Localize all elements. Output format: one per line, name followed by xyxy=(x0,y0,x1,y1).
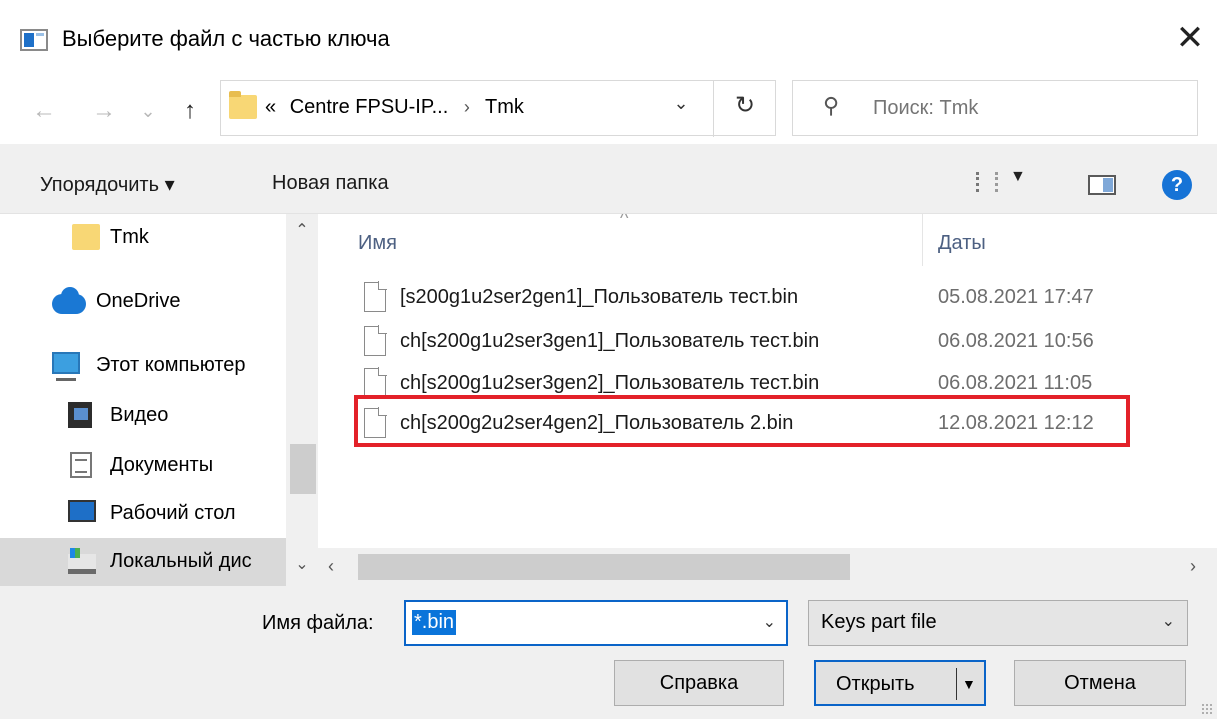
sidebar-item-label: Локальный дис xyxy=(110,550,252,572)
navigation-pane-scrollbar[interactable]: ⌃ ⌄ xyxy=(286,214,318,586)
dialog-footer: Имя файла: *.bin ⌄ Keys part file ⌄ Спра… xyxy=(0,586,1217,719)
sidebar-item-onedrive[interactable]: OneDrive xyxy=(0,278,286,326)
sidebar-item-local-disk[interactable]: Локальный дис xyxy=(0,538,286,586)
help-button[interactable]: Справка xyxy=(614,660,784,706)
sidebar-item-label: OneDrive xyxy=(96,290,181,312)
scroll-left-button[interactable]: ‹ xyxy=(328,556,334,577)
open-button-label: Открыть xyxy=(836,673,915,695)
file-icon xyxy=(364,367,387,398)
help-icon[interactable]: ? xyxy=(1162,170,1192,200)
folder-icon xyxy=(229,91,257,119)
sidebar-item-video[interactable]: Видео xyxy=(0,392,286,440)
column-header-date[interactable]: Даты xyxy=(938,232,986,255)
search-input[interactable] xyxy=(873,97,1138,120)
chevron-down-icon: ▼ xyxy=(1010,168,1026,185)
computer-icon xyxy=(52,352,80,381)
navigation-bar: ← → ⌄ ↑ « Centre FPSU-IP... › Tmk ⌄ ↻ ⚲ xyxy=(0,80,1217,144)
back-button[interactable]: ← xyxy=(26,94,62,128)
file-type-select[interactable]: Keys part file ⌄ xyxy=(808,600,1188,646)
sidebar-item-tmk[interactable]: Tmk xyxy=(0,214,286,262)
file-icon xyxy=(364,281,387,312)
up-button[interactable]: ↑ xyxy=(170,94,210,128)
sidebar-item-documents[interactable]: Документы xyxy=(0,442,286,490)
sidebar-item-this-pc[interactable]: Этот компьютер xyxy=(0,342,286,390)
resize-grip-icon[interactable] xyxy=(1201,703,1213,715)
address-divider xyxy=(713,81,714,137)
command-bar: Упорядочить ▾ Новая папка ▼ ? xyxy=(0,144,1217,214)
open-button[interactable]: Открыть ▼ xyxy=(814,660,986,706)
filename-value[interactable]: *.bin xyxy=(412,610,457,635)
file-date: 06.08.2021 10:56 xyxy=(938,330,1094,352)
horizontal-scrollbar[interactable]: ‹ › xyxy=(318,548,1217,586)
video-icon xyxy=(68,402,92,428)
breadcrumb: « Centre FPSU-IP... › Tmk xyxy=(265,96,524,119)
navigation-pane: Tmk OneDrive Этот компьютер Видео Докуме… xyxy=(0,214,318,586)
desktop-icon xyxy=(68,500,96,522)
filename-label: Имя файла: xyxy=(262,612,374,634)
sidebar-item-desktop[interactable]: Рабочий стол xyxy=(0,490,286,538)
file-name: ch[s200g1u2ser3gen1]_Пользователь тест.b… xyxy=(400,330,820,352)
file-date: 05.08.2021 17:47 xyxy=(938,286,1094,308)
scroll-right-button[interactable]: › xyxy=(1190,556,1196,577)
sidebar-item-label: Tmk xyxy=(110,226,149,248)
forward-button[interactable]: → xyxy=(86,94,122,128)
breadcrumb-item-tmk[interactable]: Tmk xyxy=(485,96,524,118)
file-name: [s200g1u2ser2gen1]_Пользователь тест.bin xyxy=(400,286,799,308)
column-divider[interactable] xyxy=(922,214,923,266)
chevron-down-icon: ⌄ xyxy=(1161,613,1175,630)
address-dropdown-button[interactable]: ⌄ xyxy=(651,93,711,114)
sidebar-item-label: Рабочий стол xyxy=(110,502,236,524)
search-box[interactable]: ⚲ xyxy=(792,80,1198,136)
sidebar-item-label: Этот компьютер xyxy=(96,354,246,376)
scroll-thumb[interactable] xyxy=(290,444,316,494)
cloud-icon xyxy=(52,287,86,314)
file-list: ^ Имя Даты [s200g1u2ser2gen1]_Пользовате… xyxy=(318,214,1217,586)
breadcrumb-separator[interactable]: › xyxy=(454,97,480,117)
scroll-down-button[interactable]: ⌄ xyxy=(286,554,318,574)
sidebar-item-label: Документы xyxy=(110,454,214,476)
disk-icon xyxy=(68,548,96,574)
address-bar[interactable]: « Centre FPSU-IP... › Tmk ⌄ ↻ xyxy=(220,80,776,137)
highlight-frame xyxy=(354,395,1130,447)
close-button[interactable]: ✕ xyxy=(1170,16,1210,60)
window-title: Выберите файл с частью ключа xyxy=(62,26,390,51)
sort-indicator-icon: ^ xyxy=(620,214,629,228)
breadcrumb-item-centre[interactable]: Centre FPSU-IP... xyxy=(282,96,449,118)
documents-icon xyxy=(70,452,92,478)
preview-pane-button[interactable] xyxy=(1088,175,1116,195)
filename-field[interactable]: *.bin ⌄ xyxy=(404,600,788,646)
search-icon: ⚲ xyxy=(823,93,840,118)
split-divider xyxy=(956,668,957,700)
breadcrumb-overflow[interactable]: « xyxy=(265,96,276,118)
view-list-icon xyxy=(976,172,998,192)
file-row[interactable]: ch[s200g1u2ser3gen1]_Пользователь тест.b… xyxy=(358,322,1132,362)
open-options-arrow-icon[interactable]: ▼ xyxy=(962,662,976,706)
file-date: 06.08.2021 11:05 xyxy=(938,372,1093,394)
file-type-value: Keys part file xyxy=(821,611,937,633)
file-icon xyxy=(364,325,387,356)
scroll-up-button[interactable]: ⌃ xyxy=(286,220,318,240)
sidebar-item-label: Видео xyxy=(110,404,169,426)
refresh-button[interactable]: ↻ xyxy=(719,91,771,120)
organize-menu-button[interactable]: Упорядочить ▾ xyxy=(40,172,175,197)
new-folder-button[interactable]: Новая папка xyxy=(272,172,389,195)
title-bar: Выберите файл с частью ключа ✕ xyxy=(0,0,1217,80)
file-name: ch[s200g1u2ser3gen2]_Пользователь тест.b… xyxy=(400,372,820,394)
recent-locations-button[interactable]: ⌄ xyxy=(136,94,160,128)
file-row[interactable]: [s200g1u2ser2gen1]_Пользователь тест.bin… xyxy=(358,278,1132,318)
scroll-thumb[interactable] xyxy=(358,554,850,580)
window-icon xyxy=(20,29,48,51)
column-header-name[interactable]: Имя xyxy=(358,232,397,255)
cancel-button[interactable]: Отмена xyxy=(1014,660,1186,706)
chevron-down-icon[interactable]: ⌄ xyxy=(763,612,776,632)
change-view-button[interactable]: ▼ xyxy=(976,168,1048,198)
folder-icon xyxy=(72,224,100,250)
